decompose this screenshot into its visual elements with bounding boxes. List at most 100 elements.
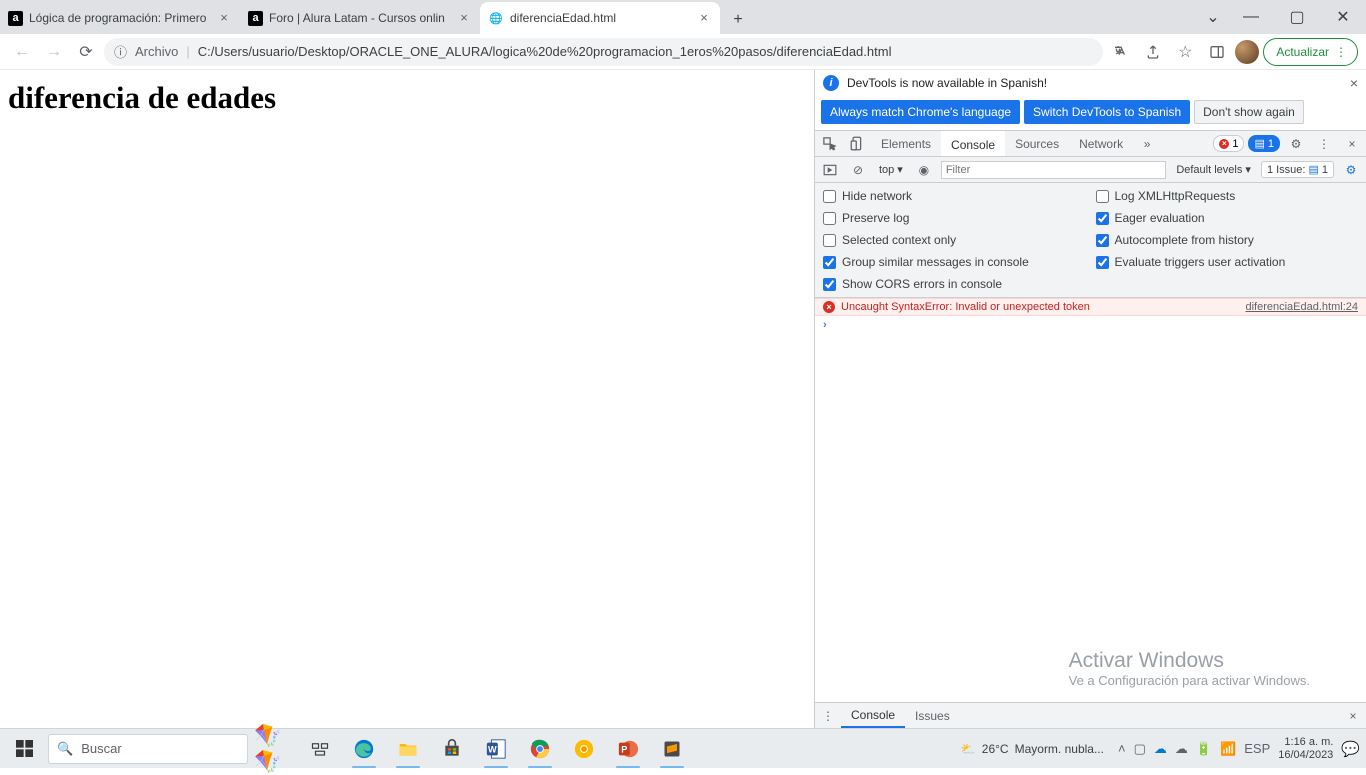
drawer-tab-issues[interactable]: Issues: [905, 709, 960, 723]
console-prompt[interactable]: ›: [815, 316, 1366, 334]
chevron-down-icon[interactable]: ⌄: [1198, 2, 1228, 32]
kebab-icon[interactable]: ⋮: [815, 709, 841, 723]
sidebar-toggle-icon[interactable]: [819, 159, 841, 181]
taskbar-search[interactable]: 🔍 Buscar: [48, 734, 248, 764]
word-icon[interactable]: W: [474, 729, 518, 769]
svg-text:W: W: [488, 744, 497, 754]
info-icon: i: [823, 75, 839, 91]
check-selected-ctx[interactable]: Selected context only: [823, 233, 1086, 247]
start-button[interactable]: [0, 729, 48, 769]
language-indicator[interactable]: ESP: [1244, 741, 1270, 756]
more-tabs-icon[interactable]: »: [1133, 131, 1161, 156]
console-toolbar: ⊘ top▾ ◉ Default levels ▾ 1 Issue: ▤1 ⚙: [815, 157, 1366, 183]
forward-button[interactable]: →: [40, 38, 68, 66]
kites-icon[interactable]: 🪁🪁: [254, 729, 298, 769]
profile-avatar[interactable]: [1235, 40, 1259, 64]
weather-icon: ⛅: [961, 742, 976, 756]
close-devtools-icon[interactable]: ×: [1338, 131, 1366, 156]
filter-input[interactable]: [941, 161, 1166, 179]
context-select[interactable]: top▾: [875, 162, 907, 177]
search-placeholder: Buscar: [81, 741, 121, 756]
close-icon[interactable]: ×: [456, 10, 472, 26]
notification-icon[interactable]: 💬: [1341, 740, 1360, 758]
error-text: Uncaught SyntaxError: Invalid or unexpec…: [841, 301, 1090, 313]
back-button[interactable]: ←: [8, 38, 36, 66]
gear-icon[interactable]: ⚙: [1282, 131, 1310, 156]
tab-network[interactable]: Network: [1069, 131, 1133, 156]
close-icon[interactable]: ×: [1350, 75, 1358, 91]
close-icon[interactable]: ×: [216, 10, 232, 26]
gear-icon[interactable]: ⚙: [1340, 159, 1362, 181]
switch-language-button[interactable]: Switch DevTools to Spanish: [1024, 100, 1190, 124]
maximize-button[interactable]: ▢: [1274, 2, 1320, 32]
device-icon[interactable]: [843, 131, 871, 156]
browser-tabstrip: a Lógica de programación: Primero × a Fo…: [0, 0, 1366, 34]
reload-button[interactable]: ⟳: [72, 38, 100, 66]
content-area: diferencia de edades i DevTools is now a…: [0, 70, 1366, 728]
message-count-badge[interactable]: ▤1: [1248, 135, 1280, 152]
levels-select[interactable]: Default levels ▾: [1172, 163, 1255, 176]
error-count-badge[interactable]: ×1: [1213, 135, 1244, 152]
meet-now-icon[interactable]: ▢: [1134, 741, 1146, 757]
sidepanel-icon[interactable]: [1203, 38, 1231, 66]
url-scheme: Archivo: [135, 44, 178, 59]
chevron-up-icon[interactable]: ˄: [1118, 741, 1126, 756]
new-tab-button[interactable]: +: [724, 6, 752, 34]
check-autocomplete[interactable]: Autocomplete from history: [1096, 233, 1359, 247]
task-view-icon[interactable]: [298, 729, 342, 769]
edge-icon[interactable]: [342, 729, 386, 769]
close-icon[interactable]: ×: [1340, 709, 1366, 723]
kebab-icon[interactable]: ⋮: [1310, 131, 1338, 156]
eye-icon[interactable]: ◉: [913, 159, 935, 181]
omnibox[interactable]: ⓘ Archivo | C:/Users/usuario/Desktop/ORA…: [104, 38, 1103, 66]
weather-widget[interactable]: ⛅ 26°C Mayorm. nubla...: [961, 742, 1104, 756]
error-source-link[interactable]: diferenciaEdad.html:24: [1245, 301, 1358, 313]
clock[interactable]: 1:16 a. m. 16/04/2023: [1278, 736, 1333, 761]
wifi-icon[interactable]: 📶: [1220, 741, 1236, 757]
clear-console-icon[interactable]: ⊘: [847, 159, 869, 181]
alura-favicon: a: [248, 11, 263, 26]
window-controls: ⌄ ― ▢ ✕: [1198, 0, 1366, 34]
tab-sources[interactable]: Sources: [1005, 131, 1069, 156]
check-show-cors[interactable]: Show CORS errors in console: [823, 277, 1086, 291]
tab-elements[interactable]: Elements: [871, 131, 941, 156]
console-settings: Hide network Log XMLHttpRequests Preserv…: [815, 183, 1366, 298]
cloud-icon[interactable]: ☁: [1175, 741, 1188, 757]
chrome-canary-icon[interactable]: [562, 729, 606, 769]
close-window-button[interactable]: ✕: [1320, 2, 1366, 32]
close-icon[interactable]: ×: [696, 10, 712, 26]
store-icon[interactable]: [430, 729, 474, 769]
console-error-row[interactable]: × Uncaught SyntaxError: Invalid or unexp…: [815, 298, 1366, 316]
check-eval-trigger[interactable]: Evaluate triggers user activation: [1096, 255, 1359, 269]
check-group-similar[interactable]: Group similar messages in console: [823, 255, 1086, 269]
share-icon[interactable]: [1139, 38, 1167, 66]
dont-show-button[interactable]: Don't show again: [1194, 100, 1304, 124]
tab-label: Lógica de programación: Primero: [29, 11, 210, 25]
chrome-icon[interactable]: [518, 729, 562, 769]
sublime-icon[interactable]: [650, 729, 694, 769]
file-explorer-icon[interactable]: [386, 729, 430, 769]
issues-badge[interactable]: 1 Issue: ▤1: [1261, 161, 1334, 178]
powerpoint-icon[interactable]: P: [606, 729, 650, 769]
check-hide-network[interactable]: Hide network: [823, 189, 1086, 203]
tab-console[interactable]: Console: [941, 131, 1005, 156]
rendered-page: diferencia de edades: [0, 70, 814, 728]
battery-icon[interactable]: 🔋: [1196, 741, 1212, 757]
browser-tab[interactable]: a Lógica de programación: Primero ×: [0, 2, 240, 34]
drawer-tab-console[interactable]: Console: [841, 703, 905, 728]
minimize-button[interactable]: ―: [1228, 2, 1274, 32]
browser-tab[interactable]: a Foro | Alura Latam - Cursos onlin ×: [240, 2, 480, 34]
match-language-button[interactable]: Always match Chrome's language: [821, 100, 1020, 124]
tab-label: diferenciaEdad.html: [510, 11, 690, 25]
notice-text: DevTools is now available in Spanish!: [847, 76, 1342, 90]
update-button[interactable]: Actualizar⋮: [1263, 38, 1358, 66]
check-log-xhr[interactable]: Log XMLHttpRequests: [1096, 189, 1359, 203]
bookmark-icon[interactable]: ☆: [1171, 38, 1199, 66]
inspect-icon[interactable]: [815, 131, 843, 156]
check-eager-eval[interactable]: Eager evaluation: [1096, 211, 1359, 225]
check-preserve-log[interactable]: Preserve log: [823, 211, 1086, 225]
browser-tab-active[interactable]: 🌐 diferenciaEdad.html ×: [480, 2, 720, 34]
error-icon: ×: [823, 301, 835, 313]
onedrive-icon[interactable]: ☁: [1154, 741, 1167, 757]
translate-icon[interactable]: [1107, 38, 1135, 66]
